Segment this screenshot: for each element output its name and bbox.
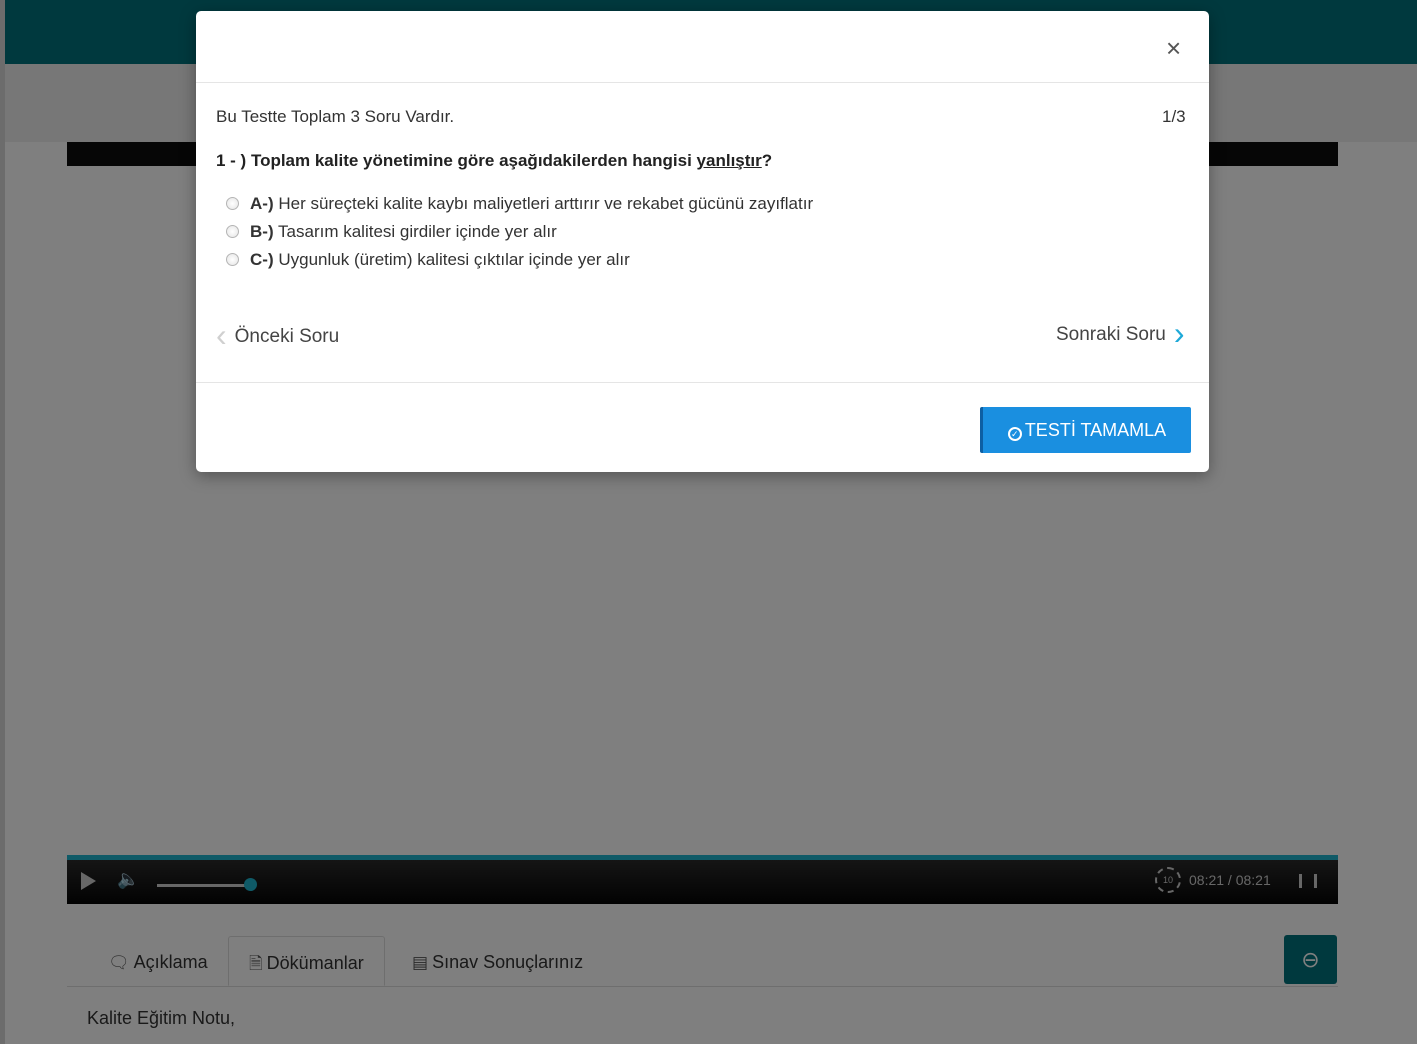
option-b-text: Tasarım kalitesi girdiler içinde yer alı… (278, 222, 557, 241)
answer-option-b[interactable]: B-) Tasarım kalitesi girdiler içinde yer… (226, 222, 557, 242)
next-question-label: Sonraki Soru (1056, 324, 1166, 345)
answer-option-a[interactable]: A-) Her süreçteki kalite kaybı maliyetle… (226, 194, 813, 214)
question-suffix: ? (761, 151, 773, 170)
modal-footer-divider (196, 382, 1209, 383)
page: 🔈 10 08:21 / 08:21 🗨Açıklama 🗎Dökümanlar… (0, 0, 1417, 1044)
question-counter: 1/3 (1162, 107, 1186, 126)
option-b-key: B-) (250, 222, 274, 241)
previous-question-label: Önceki Soru (234, 326, 340, 347)
next-question-button[interactable]: Sonraki Soru › (1056, 315, 1185, 352)
question-text: 1 - ) Toplam kalite yönetimine göre aşağ… (216, 151, 772, 171)
radio-a[interactable] (226, 197, 239, 210)
quiz-modal: × Bu Testte Toplam 3 Soru Vardır. 1/3 1 … (196, 11, 1209, 472)
radio-c[interactable] (226, 253, 239, 266)
check-circle-icon: ✓ (1007, 427, 1022, 441)
radio-b[interactable] (226, 225, 239, 238)
chevron-left-icon: ‹ (216, 317, 227, 353)
complete-test-button[interactable]: ✓ TESTİ TAMAMLA (980, 407, 1191, 453)
modal-header: × (196, 11, 1209, 83)
option-a-text: Her süreçteki kalite kaybı maliyetleri a… (278, 194, 814, 213)
question-total-text: Bu Testte Toplam 3 Soru Vardır. (216, 107, 455, 126)
question-emphasis: yanlıştır (696, 151, 762, 170)
option-c-key: C-) (250, 250, 274, 269)
option-a-key: A-) (250, 194, 274, 213)
option-c-text: Uygunluk (üretim) kalitesi çıktılar için… (278, 250, 630, 269)
close-icon[interactable]: × (1166, 35, 1181, 61)
previous-question-button[interactable]: ‹ Önceki Soru (216, 317, 339, 354)
answer-option-c[interactable]: C-) Uygunluk (üretim) kalitesi çıktılar … (226, 250, 630, 270)
chevron-right-icon: › (1173, 315, 1185, 351)
complete-test-label: TESTİ TAMAMLA (1024, 420, 1167, 440)
question-prefix: 1 - ) Toplam kalite yönetimine göre aşağ… (216, 151, 697, 170)
